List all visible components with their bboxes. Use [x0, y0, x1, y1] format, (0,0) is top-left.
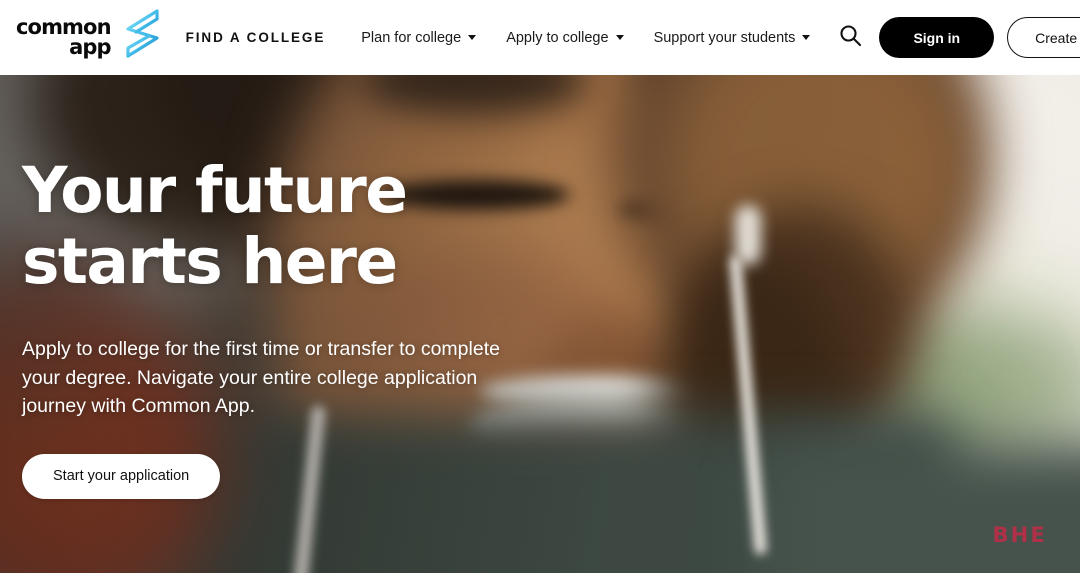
sign-in-button[interactable]: Sign in [879, 17, 995, 58]
site-header: common app FIND A COLLEGE Plan for colle… [0, 0, 1080, 75]
nav-item-support-your-students[interactable]: Support your students [654, 30, 811, 46]
nav-item-apply-to-college[interactable]: Apply to college [506, 29, 624, 46]
common-app-logo[interactable]: common app [16, 8, 160, 65]
logo-word-line2: app [69, 34, 111, 59]
search-button[interactable] [838, 23, 863, 53]
create-an-account-button[interactable]: Create an account [1007, 17, 1080, 58]
chevron-down-icon [615, 35, 624, 40]
hero-headline-line1: Your future [22, 154, 408, 227]
nav-item-label: Plan for college [361, 29, 462, 46]
hero-headline-line2: starts here [22, 225, 398, 298]
main-navigation: Plan for college Apply to college Suppor… [361, 29, 811, 46]
bhe-watermark: BHE [992, 523, 1047, 547]
hero-headline: Your future starts here [22, 155, 642, 297]
hero-subtitle: Apply to college for the first time or t… [22, 338, 500, 417]
start-your-application-button[interactable]: Start your application [22, 453, 221, 499]
chevron-down-icon [802, 35, 811, 40]
chevron-down-icon [468, 35, 477, 40]
common-app-ribbon-mark-icon [114, 8, 160, 65]
nav-item-label: Apply to college [506, 29, 609, 46]
nav-item-plan-for-college[interactable]: Plan for college [361, 29, 477, 46]
logo-wordmark: common app [16, 17, 112, 59]
nav-find-a-college[interactable]: FIND A COLLEGE [186, 30, 326, 45]
header-account-actions: Sign in Create an account [879, 17, 1080, 58]
search-icon [838, 23, 863, 53]
nav-item-label: Support your students [653, 29, 796, 46]
hero-content: Your future starts here Apply to college… [22, 75, 642, 499]
hero-section: Your future starts here Apply to college… [0, 75, 1080, 573]
page-root: common app FIND A COLLEGE Plan for colle… [0, 0, 1080, 573]
